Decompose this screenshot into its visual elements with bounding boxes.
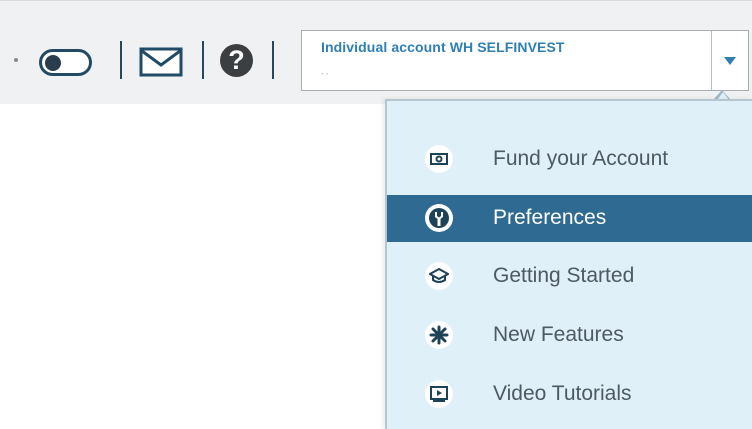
top-toolbar: ? Individual account WH SELFINVEST - - [0,0,752,104]
menu-item-getting-started[interactable]: Getting Started [387,253,752,300]
menu-item-new-features[interactable]: New Features [387,312,752,359]
toolbar-separator [120,41,122,79]
menu-item-preferences[interactable]: Preferences [387,195,752,242]
account-subtext: - - [321,69,329,78]
menu-item-label: Preferences [493,206,607,229]
graduation-cap-icon [425,262,453,290]
account-dropdown-button[interactable] [711,31,748,90]
toggle-knob [45,55,61,71]
money-icon [425,145,453,173]
account-name: Individual account WH SELFINVEST [321,39,565,55]
toolbar-separator [202,41,204,79]
menu-item-label: Getting Started [493,264,635,287]
mail-icon[interactable] [139,47,183,77]
sparkle-icon [425,321,453,349]
menu-item-video-tutorials[interactable]: Video Tutorials [387,371,752,418]
chevron-down-icon [724,57,736,65]
menu-item-fund-account[interactable]: Fund your Account [387,136,752,183]
wrench-icon [425,204,453,232]
overflow-dot [14,58,18,62]
menu-item-label: Fund your Account [493,147,669,170]
menu-item-label: Video Tutorials [493,382,632,405]
menu-item-label: New Features [493,323,624,346]
account-selector[interactable]: Individual account WH SELFINVEST - - [301,30,749,91]
mode-toggle[interactable] [39,49,92,76]
account-menu: Fund your Account Preferences Getting St… [385,99,752,429]
help-icon[interactable]: ? [220,44,253,77]
toolbar-separator [272,41,274,79]
video-icon [425,380,453,408]
